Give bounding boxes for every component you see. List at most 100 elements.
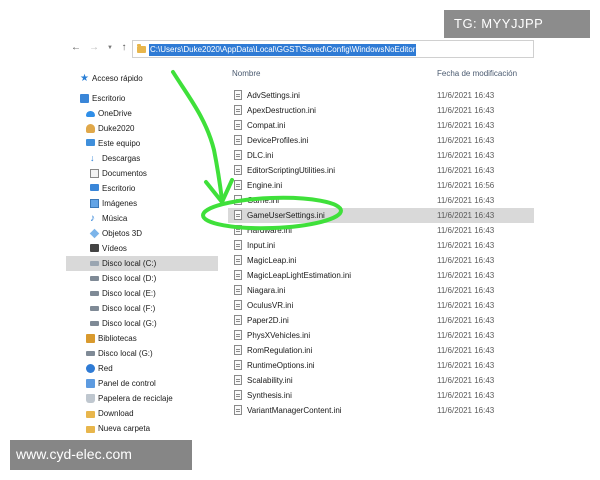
column-header-date-modified[interactable]: Fecha de modificación	[437, 69, 517, 78]
file-name: VariantManagerContent.ini	[247, 406, 342, 415]
nav-item-label: Panel de control	[98, 379, 156, 388]
nav-item[interactable]: Disco local (G:)	[66, 346, 218, 361]
address-field[interactable]: C:\Users\Duke2020\AppData\Local\GGST\Sav…	[132, 40, 534, 58]
nav-item-label: Imágenes	[102, 199, 138, 208]
file-date-modified: 11/6/2021 16:56	[437, 181, 495, 190]
nav-item-label: Papelera de reciclaje	[98, 394, 173, 403]
file-date-modified: 11/6/2021 16:43	[437, 376, 495, 385]
watermark-bottom: www.cyd-elec.com	[10, 440, 192, 470]
nav-item[interactable]: ★ Acceso rápido	[66, 71, 218, 86]
desktop-icon	[90, 184, 99, 191]
recent-locations-chevron-icon[interactable]: ▼	[104, 42, 116, 54]
column-header-name[interactable]: Nombre	[232, 69, 260, 78]
nav-item[interactable]: Nueva carpeta	[66, 421, 218, 436]
ini-file-icon	[234, 225, 242, 235]
file-date-modified: 11/6/2021 16:43	[437, 226, 495, 235]
file-date-modified: 11/6/2021 16:43	[437, 256, 495, 265]
nav-item[interactable]: Disco local (F:)	[66, 301, 218, 316]
nav-item[interactable]: ♪ Música	[66, 211, 218, 226]
file-date-modified: 11/6/2021 16:43	[437, 151, 495, 160]
nav-item[interactable]: Red	[66, 361, 218, 376]
file-row[interactable]: Scalability.ini 11/6/2021 16:43	[228, 373, 534, 388]
file-row[interactable]: RomRegulation.ini 11/6/2021 16:43	[228, 343, 534, 358]
file-row[interactable]: EditorScriptingUtilities.ini 11/6/2021 16…	[228, 163, 534, 178]
file-row[interactable]: PhysXVehicles.ini 11/6/2021 16:43	[228, 328, 534, 343]
nav-item[interactable]: Vídeos	[66, 241, 218, 256]
nav-item-label: OneDrive	[98, 109, 132, 118]
file-row[interactable]: AdvSettings.ini 11/6/2021 16:43	[228, 88, 534, 103]
file-row[interactable]: ApexDestruction.ini 11/6/2021 16:43	[228, 103, 534, 118]
file-row[interactable]: Niagara.ini 11/6/2021 16:43	[228, 283, 534, 298]
file-row[interactable]: OculusVR.ini 11/6/2021 16:43	[228, 298, 534, 313]
ini-file-icon	[234, 405, 242, 415]
file-row[interactable]: Paper2D.ini 11/6/2021 16:43	[228, 313, 534, 328]
ini-file-icon	[234, 165, 242, 175]
nav-item[interactable]: Disco local (C:)	[66, 256, 218, 271]
nav-item[interactable]: Disco local (D:)	[66, 271, 218, 286]
nav-item-label: Disco local (D:)	[102, 274, 157, 283]
nav-item-label: Disco local (G:)	[102, 319, 157, 328]
file-row[interactable]: DeviceProfiles.ini 11/6/2021 16:43	[228, 133, 534, 148]
file-name: Paper2D.ini	[247, 316, 289, 325]
ini-file-icon	[234, 270, 242, 280]
cloud-icon	[86, 111, 95, 117]
nav-item[interactable]: Objetos 3D	[66, 226, 218, 241]
back-arrow-icon[interactable]: ←	[70, 42, 82, 54]
address-path-text[interactable]: C:\Users\Duke2020\AppData\Local\GGST\Sav…	[149, 44, 417, 56]
file-row[interactable]: Input.ini 11/6/2021 16:43	[228, 238, 534, 253]
ini-file-icon	[234, 315, 242, 325]
nav-item-label: Download	[98, 409, 134, 418]
nav-item[interactable]: Escritorio	[66, 181, 218, 196]
file-date-modified: 11/6/2021 16:43	[437, 271, 495, 280]
file-date-modified: 11/6/2021 16:43	[437, 241, 495, 250]
file-name: EditorScriptingUtilities.ini	[247, 166, 336, 175]
download-icon: ↓	[90, 153, 95, 163]
nav-item[interactable]: Papelera de reciclaje	[66, 391, 218, 406]
watermark-bottom-text: www.cyd-elec.com	[16, 446, 132, 462]
file-date-modified: 11/6/2021 16:43	[437, 136, 495, 145]
nav-item[interactable]: OneDrive	[66, 106, 218, 121]
nav-item[interactable]: Disco local (E:)	[66, 286, 218, 301]
file-name: DLC.ini	[247, 151, 274, 160]
file-row[interactable]: MagicLeapLightEstimation.ini 11/6/2021 16…	[228, 268, 534, 283]
file-row[interactable]: Game.ini 11/6/2021 16:43	[228, 193, 534, 208]
recycle-bin-icon	[86, 394, 95, 403]
nav-item-label: Objetos 3D	[102, 229, 143, 238]
desktop-folder-icon	[80, 94, 89, 103]
nav-item[interactable]: Disco local (G:)	[66, 316, 218, 331]
file-date-modified: 11/6/2021 16:43	[437, 121, 495, 130]
nav-item[interactable]: Imágenes	[66, 196, 218, 211]
file-row[interactable]: Hardware.ini 11/6/2021 16:43	[228, 223, 534, 238]
file-name: Hardware.ini	[247, 226, 292, 235]
folder-icon	[86, 411, 95, 418]
file-row[interactable]: Compat.ini 11/6/2021 16:43	[228, 118, 534, 133]
file-row[interactable]: RuntimeOptions.ini 11/6/2021 16:43	[228, 358, 534, 373]
nav-item-label: Acceso rápido	[92, 74, 143, 83]
file-row[interactable]: VariantManagerContent.ini 11/6/2021 16:43	[228, 403, 534, 418]
ini-file-icon	[234, 180, 242, 190]
nav-item[interactable]: Escritorio	[66, 91, 218, 106]
nav-item[interactable]: Bibliotecas	[66, 331, 218, 346]
nav-item[interactable]: ↓ Descargas	[66, 151, 218, 166]
nav-item[interactable]: Duke2020	[66, 121, 218, 136]
file-row[interactable]: GameUserSettings.ini 11/6/2021 16:43	[228, 208, 534, 223]
folder-icon	[137, 44, 146, 53]
ini-file-icon	[234, 300, 242, 310]
3d-objects-icon	[89, 228, 100, 239]
file-row[interactable]: Synthesis.ini 11/6/2021 16:43	[228, 388, 534, 403]
file-date-modified: 11/6/2021 16:43	[437, 286, 495, 295]
file-row[interactable]: MagicLeap.ini 11/6/2021 16:43	[228, 253, 534, 268]
nav-item[interactable]: Este equipo	[66, 136, 218, 151]
file-date-modified: 11/6/2021 16:43	[437, 346, 495, 355]
up-arrow-icon[interactable]: ↑	[118, 42, 130, 54]
forward-arrow-icon[interactable]: →	[88, 42, 100, 54]
nav-item[interactable]: Panel de control	[66, 376, 218, 391]
nav-item[interactable]: Documentos	[66, 166, 218, 181]
libraries-icon	[86, 334, 95, 343]
file-row[interactable]: Engine.ini 11/6/2021 16:56	[228, 178, 534, 193]
file-row[interactable]: DLC.ini 11/6/2021 16:43	[228, 148, 534, 163]
network-icon	[86, 364, 95, 373]
nav-item-label: Disco local (F:)	[102, 304, 156, 313]
documents-icon	[90, 169, 99, 178]
nav-item[interactable]: Download	[66, 406, 218, 421]
